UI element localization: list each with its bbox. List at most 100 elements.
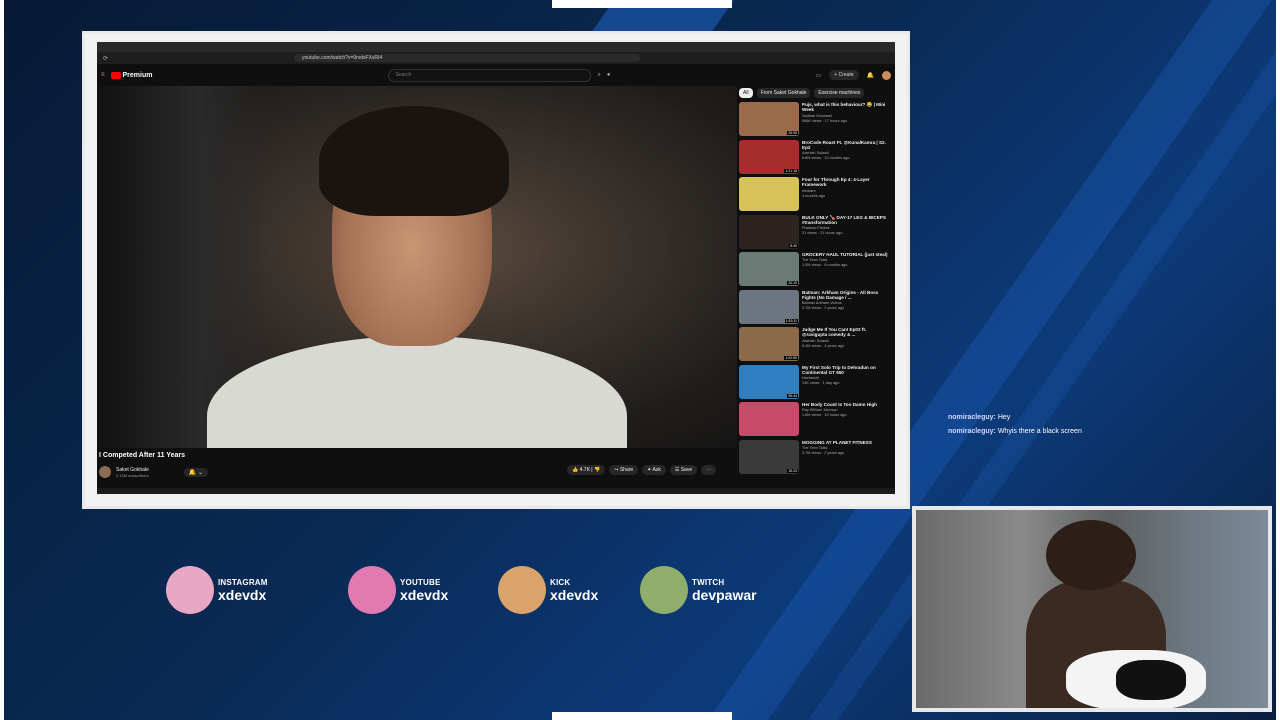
social-handle: xdevdx <box>550 586 599 603</box>
chip-all[interactable]: All <box>739 88 753 98</box>
recommendation-meta: Pujs, what is this behaviour? 😂 | Mini W… <box>802 102 889 140</box>
share-button[interactable]: ↪ Share <box>609 465 639 475</box>
social-handle: devpawar <box>692 586 757 603</box>
subscribed-bell-button[interactable]: 🔔 ⌄ <box>183 467 208 477</box>
video-thumbnail[interactable]: 1:02:50 <box>739 327 799 361</box>
channel-name[interactable]: The Teen Talks <box>802 446 872 450</box>
account-avatar[interactable] <box>882 70 891 80</box>
video-duration: 1:21:18 <box>784 168 798 173</box>
frame-edge <box>552 0 732 8</box>
kick-avatar-icon <box>498 566 546 614</box>
video-duration: 55:44 <box>787 393 798 398</box>
social-platform: TWITCH <box>692 577 725 587</box>
channel-name[interactable]: Aashish Solanki <box>802 339 889 343</box>
recommendation-item[interactable]: 25:55 Pujs, what is this behaviour? 😂 | M… <box>739 102 889 140</box>
video-thumbnail[interactable]: 55:44 <box>739 364 799 399</box>
like-button[interactable]: 👍 4.7K | 👎 <box>567 465 606 475</box>
channel-name[interactable]: The Teen Talks <box>802 258 888 262</box>
recommendation-item[interactable]: 1:21:18 BroCode Roast Ft. @KunalKamra | S… <box>739 139 889 178</box>
social-kick: KICK xdevdx <box>498 566 598 614</box>
logo-text: Premium <box>122 71 153 79</box>
menu-icon[interactable]: ≡ <box>101 72 105 78</box>
video-thumbnail[interactable]: 25:55 <box>739 102 799 136</box>
channel-row: Saket Gokhale 2.15M subscribers 🔔 ⌄ <box>99 466 208 478</box>
recommendations-sidebar: All From Saket Gokhale Exercise machines… <box>739 88 889 488</box>
recommendation-item[interactable]: 8:40 BULK ONLY 🍗 DAY-17 LEG & BICEPS #tra… <box>739 214 889 253</box>
address-field[interactable]: youtube.com/watch?v=9rvdsFXsRI4 <box>294 54 641 62</box>
video-title[interactable]: My First Solo Trip to Dehradun on Contin… <box>802 365 889 376</box>
search-icon[interactable]: ⌕ <box>597 72 600 79</box>
cast-icon[interactable]: ▭ <box>816 72 822 79</box>
chat-message: nomiracleguy: Hey <box>948 414 1082 421</box>
chat-username: nomiracleguy: <box>948 428 996 435</box>
video-title[interactable]: BroCode Roast Ft. @KunalKamra | S2. Ep2 <box>802 140 889 151</box>
recommendation-meta: BULK ONLY 🍗 DAY-17 LEG & BICEPS #transfo… <box>802 215 889 253</box>
frame-edge <box>552 712 732 720</box>
reload-icon[interactable]: ⟳ <box>103 55 108 62</box>
tab-bar <box>97 42 895 52</box>
video-title: I Competed After 11 Years <box>99 452 185 459</box>
video-thumbnail[interactable]: 1:53:11 <box>739 289 799 324</box>
video-title[interactable]: Four for Through Ep 4: 4-Layer Framework <box>802 177 889 188</box>
filter-chips: All From Saket Gokhale Exercise machines <box>739 88 889 98</box>
video-thumbnail[interactable] <box>739 177 799 211</box>
video-stats: 13K views · 1 day ago <box>802 381 840 386</box>
save-button[interactable]: ☰ Save <box>669 465 698 475</box>
video-thumbnail[interactable]: 20:19 <box>739 252 799 286</box>
video-title[interactable]: MOGGING AT PLANET FITNESS <box>802 440 872 445</box>
recommendation-meta: BroCode Roast Ft. @KunalKamra | S2. Ep2 A… <box>802 140 889 178</box>
video-thumbnail[interactable]: 1:21:18 <box>739 139 799 174</box>
channel-name[interactable]: Ray William Johnson <box>802 408 877 412</box>
video-thumbnail[interactable] <box>739 402 799 436</box>
video-person-shirt <box>207 336 627 448</box>
channel-name[interactable]: Aashish Solanki <box>802 151 889 155</box>
video-thumbnail[interactable]: 8:40 <box>739 214 799 249</box>
more-button[interactable]: ⋯ <box>701 465 717 475</box>
recommendation-item[interactable]: Four for Through Ep 4: 4-Layer Framework… <box>739 177 889 215</box>
youtube-logo[interactable]: Premium <box>110 71 153 79</box>
chip-from-channel[interactable]: From Saket Gokhale <box>756 88 811 98</box>
ask-button[interactable]: ✦ Ask <box>642 465 666 475</box>
channel-name[interactable]: Pradeep Fitness <box>802 226 889 230</box>
recommendation-item[interactable]: 1:02:50 Judge Me If You Can! Ep02 ft. @ra… <box>739 327 889 365</box>
recommendation-item[interactable]: 20:19 GROCERY HAUL TUTORIAL (just steal) T… <box>739 252 889 290</box>
video-title[interactable]: Judge Me If You Can! Ep02 ft. @ravigupta… <box>802 327 889 338</box>
social-platform: KICK <box>550 577 571 587</box>
search-input[interactable]: Search <box>388 68 592 82</box>
webcam-dog-patch <box>1116 660 1186 700</box>
social-instagram: INSTAGRAM xdevdx <box>166 566 268 614</box>
mic-icon[interactable]: ● <box>607 72 611 78</box>
video-stats: 6.8M views · 10 months ago <box>802 156 850 161</box>
create-button[interactable]: + Create <box>829 70 859 80</box>
ask-label: Ask <box>652 467 661 473</box>
channel-avatar[interactable] <box>99 466 111 478</box>
video-duration: 1:02:50 <box>784 356 798 360</box>
recommendation-meta: Her Body Count Is Too Damn High Ray Willi… <box>802 402 877 440</box>
webcam-person-head <box>1046 520 1136 590</box>
video-title[interactable]: Batman: Arkham Origins - All Boss Fights… <box>802 290 889 301</box>
frame-edge <box>1276 0 1280 720</box>
recommendation-item[interactable]: Her Body Count Is Too Damn High Ray Willi… <box>739 402 889 440</box>
video-player[interactable] <box>97 86 737 448</box>
channel-name[interactable]: Neelanshi <box>802 376 889 380</box>
video-title[interactable]: GROCERY HAUL TUTORIAL (just steal) <box>802 252 888 257</box>
video-duration: 15:23 <box>787 468 798 473</box>
channel-name[interactable]: Sarthak Goswami <box>802 114 889 118</box>
webcam-feed <box>916 510 1268 708</box>
recommendation-item[interactable]: 15:23 MOGGING AT PLANET FITNESS The Teen T… <box>739 439 889 478</box>
share-label: Share <box>619 467 634 473</box>
video-person-hair <box>319 106 509 216</box>
recommendation-item[interactable]: 55:44 My First Solo Trip to Dehradun on C… <box>739 364 889 403</box>
channel-name[interactable]: Infotainr <box>802 189 889 193</box>
like-count: 4.7K <box>579 467 590 473</box>
video-title[interactable]: Pujs, what is this behaviour? 😂 | Mini W… <box>802 102 889 113</box>
recommendation-item[interactable]: 1:53:11 Batman: Arkham Origins - All Boss… <box>739 289 889 328</box>
channel-name[interactable]: Batman Arkham Videos <box>802 301 889 305</box>
video-title[interactable]: BULK ONLY 🍗 DAY-17 LEG & BICEPS #transfo… <box>802 215 889 226</box>
recommendation-list: 25:55 Pujs, what is this behaviour? 😂 | M… <box>739 102 889 477</box>
video-title[interactable]: Her Body Count Is Too Damn High <box>802 402 877 407</box>
chip-exercise-machines[interactable]: Exercise machines <box>814 88 865 98</box>
video-thumbnail[interactable]: 15:23 <box>739 439 799 474</box>
bell-icon[interactable]: 🔔 <box>867 72 874 79</box>
video-stats: 3.7M views · 2 years ago <box>802 450 845 455</box>
